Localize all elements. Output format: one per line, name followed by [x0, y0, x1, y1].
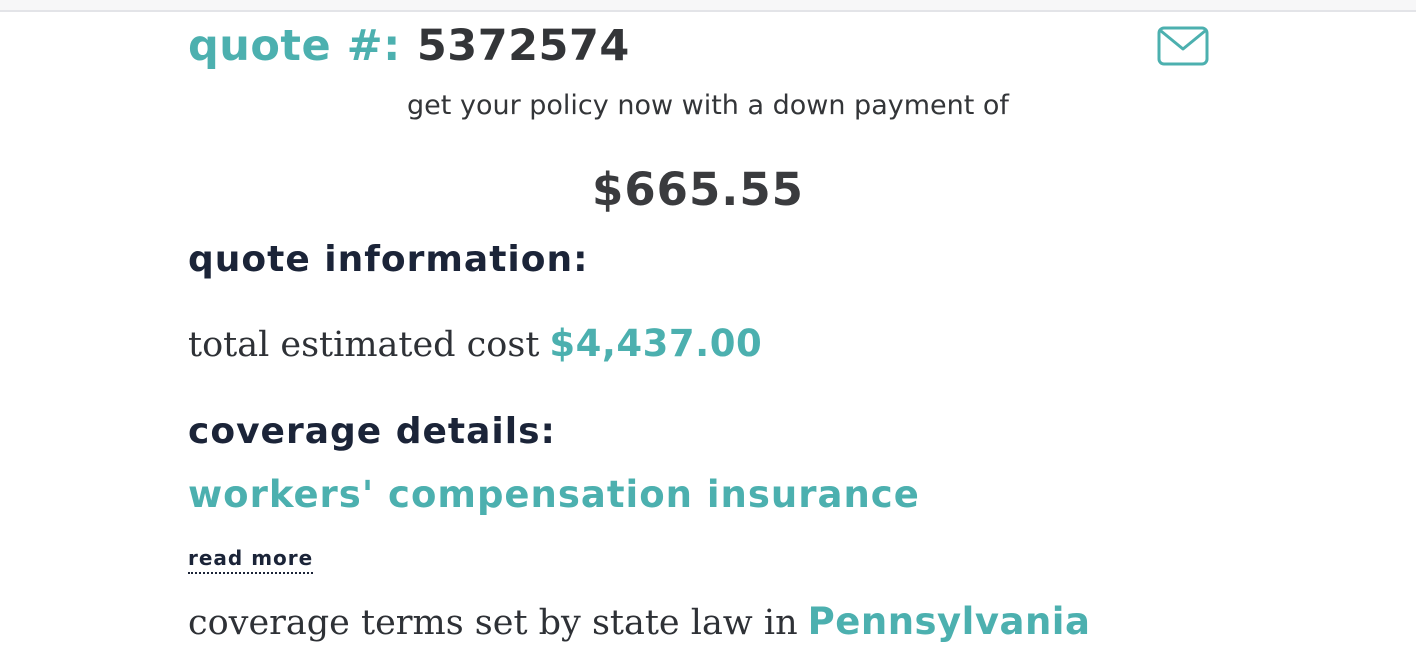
coverage-details-heading: coverage details:: [188, 411, 556, 452]
email-quote-button[interactable]: [1156, 25, 1210, 67]
coverage-terms-row: coverage terms set by state law in Penns…: [188, 596, 1090, 648]
quote-header: quote #: 5372574: [188, 18, 630, 74]
total-cost-label: total estimated cost: [188, 325, 540, 365]
total-cost-row: total estimated cost $4,437.00: [188, 318, 762, 370]
envelope-icon: [1157, 26, 1209, 66]
read-more-link[interactable]: read more: [188, 544, 314, 574]
quote-number: 5372574: [416, 21, 630, 71]
coverage-state: Pennsylvania: [807, 600, 1091, 643]
down-payment-text: get your policy now with a down payment …: [407, 90, 1009, 121]
down-payment-amount: $665.55: [592, 163, 804, 216]
top-border: [0, 0, 1416, 12]
quote-label: quote #:: [188, 21, 401, 71]
quote-information-heading: quote information:: [188, 239, 589, 280]
coverage-name: workers' compensation insurance: [188, 473, 920, 516]
total-cost-value: $4,437.00: [549, 322, 763, 365]
coverage-terms-label: coverage terms set by state law in: [188, 603, 798, 643]
